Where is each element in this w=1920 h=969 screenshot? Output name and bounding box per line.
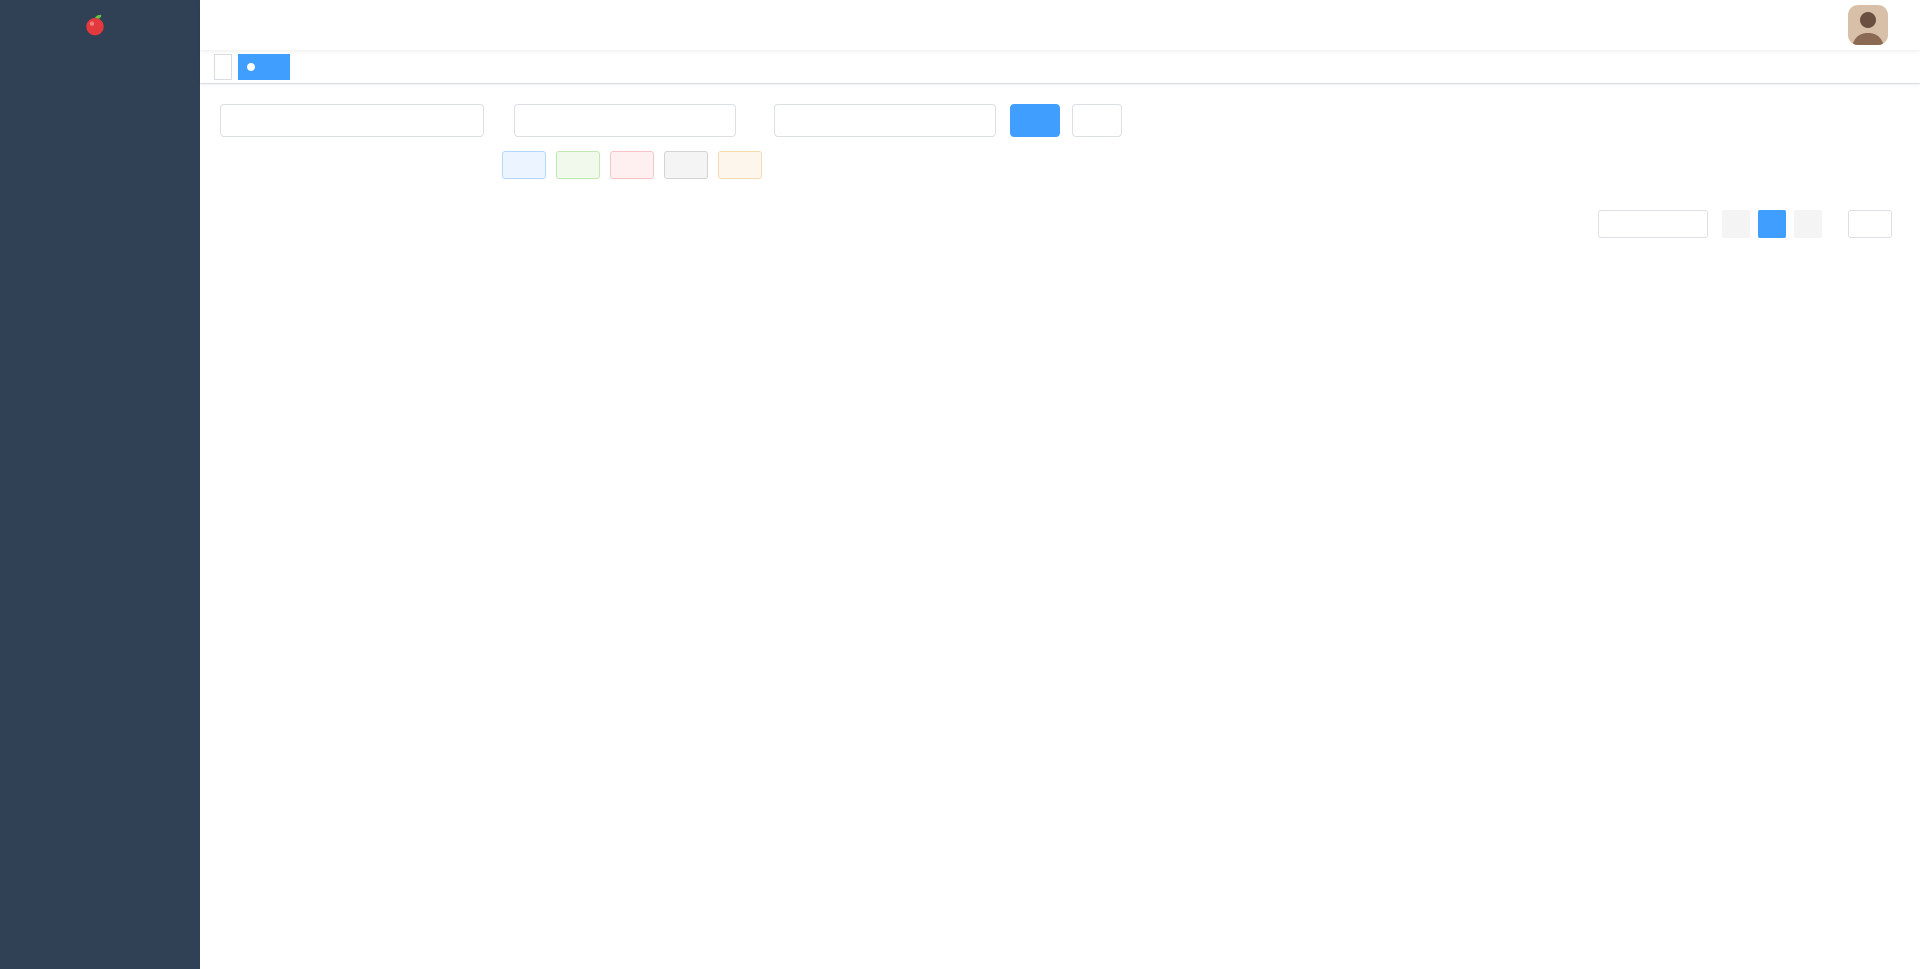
category-search — [220, 104, 484, 137]
search-icon — [1026, 114, 1039, 127]
reset-button[interactable] — [1072, 104, 1122, 137]
toolbar — [502, 151, 1900, 179]
download-icon — [731, 159, 744, 172]
avatar[interactable] — [1848, 5, 1888, 45]
table-panel — [502, 104, 1900, 969]
chevron-down-icon — [1686, 219, 1697, 230]
page-content — [200, 84, 1920, 969]
category-panel — [220, 104, 484, 969]
app-root — [0, 0, 1920, 969]
refresh-icon — [1088, 114, 1101, 127]
user-menu[interactable] — [1848, 5, 1906, 45]
navbar-right — [1840, 0, 1920, 50]
plus-icon — [515, 159, 528, 172]
add-button[interactable] — [502, 151, 546, 179]
search-icon — [233, 114, 247, 128]
page-number-button[interactable] — [1758, 210, 1786, 238]
sidebar — [0, 0, 200, 969]
pagination-goto — [1840, 210, 1900, 238]
material-code-input[interactable] — [527, 112, 723, 129]
import-button[interactable] — [664, 151, 708, 179]
search-button[interactable] — [1010, 104, 1060, 137]
next-page-button[interactable] — [1794, 210, 1822, 238]
material-name-field — [774, 104, 996, 137]
material-name-input[interactable] — [787, 112, 983, 129]
logo-icon — [82, 12, 108, 38]
edit-button[interactable] — [556, 151, 600, 179]
filter-bar — [502, 104, 1900, 137]
collapse-menu-icon — [215, 16, 233, 34]
active-tab-dot — [247, 62, 255, 71]
tab-home[interactable] — [214, 53, 232, 80]
chevron-left-icon — [1730, 218, 1742, 230]
navbar — [200, 0, 1920, 50]
tags-view — [200, 50, 1920, 84]
delete-button[interactable] — [610, 151, 654, 179]
close-icon — [270, 62, 279, 71]
export-button[interactable] — [718, 151, 762, 179]
category-search-input[interactable] — [254, 112, 471, 129]
tab-material-product[interactable] — [238, 53, 290, 80]
page-size-select[interactable] — [1598, 210, 1708, 238]
edit-icon — [569, 159, 582, 172]
prev-page-button[interactable] — [1722, 210, 1750, 238]
material-code-field — [514, 104, 736, 137]
upload-icon — [677, 159, 690, 172]
pagination — [502, 210, 1900, 258]
sidebar-menu — [0, 50, 200, 969]
app-logo[interactable] — [0, 0, 200, 50]
close-tab-button[interactable] — [267, 60, 281, 74]
caret-down-icon — [1894, 19, 1906, 31]
hamburger-icon[interactable] — [200, 0, 248, 50]
delete-icon — [623, 159, 636, 172]
goto-page-input[interactable] — [1848, 210, 1892, 238]
chevron-right-icon — [1802, 218, 1814, 230]
